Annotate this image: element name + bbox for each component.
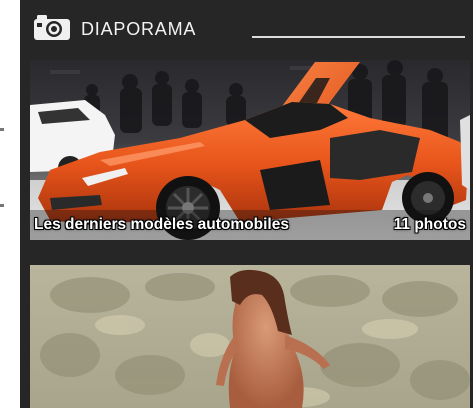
gallery-card-2[interactable] bbox=[30, 265, 470, 408]
gallery-thumbnail-2[interactable] bbox=[30, 265, 470, 408]
edge-mark bbox=[0, 204, 4, 207]
slideshow-widget: DIAPORAMA Les derniers modèles automobil… bbox=[20, 0, 473, 408]
photo-count: 11 photos bbox=[393, 216, 466, 233]
edge-mark bbox=[0, 128, 4, 131]
camera-icon bbox=[34, 15, 70, 40]
page: DIAPORAMA Les derniers modèles automobil… bbox=[0, 0, 473, 408]
header-divider bbox=[252, 36, 465, 38]
widget-header: DIAPORAMA bbox=[34, 12, 473, 46]
left-page-edge bbox=[0, 0, 20, 408]
gallery-card-cars[interactable]: Les derniers modèles automobiles 11 phot… bbox=[30, 60, 470, 240]
gallery-title[interactable]: Les derniers modèles automobiles bbox=[34, 210, 289, 240]
gallery-caption[interactable]: Les derniers modèles automobiles 11 phot… bbox=[30, 210, 470, 240]
widget-title: DIAPORAMA bbox=[81, 19, 197, 39]
